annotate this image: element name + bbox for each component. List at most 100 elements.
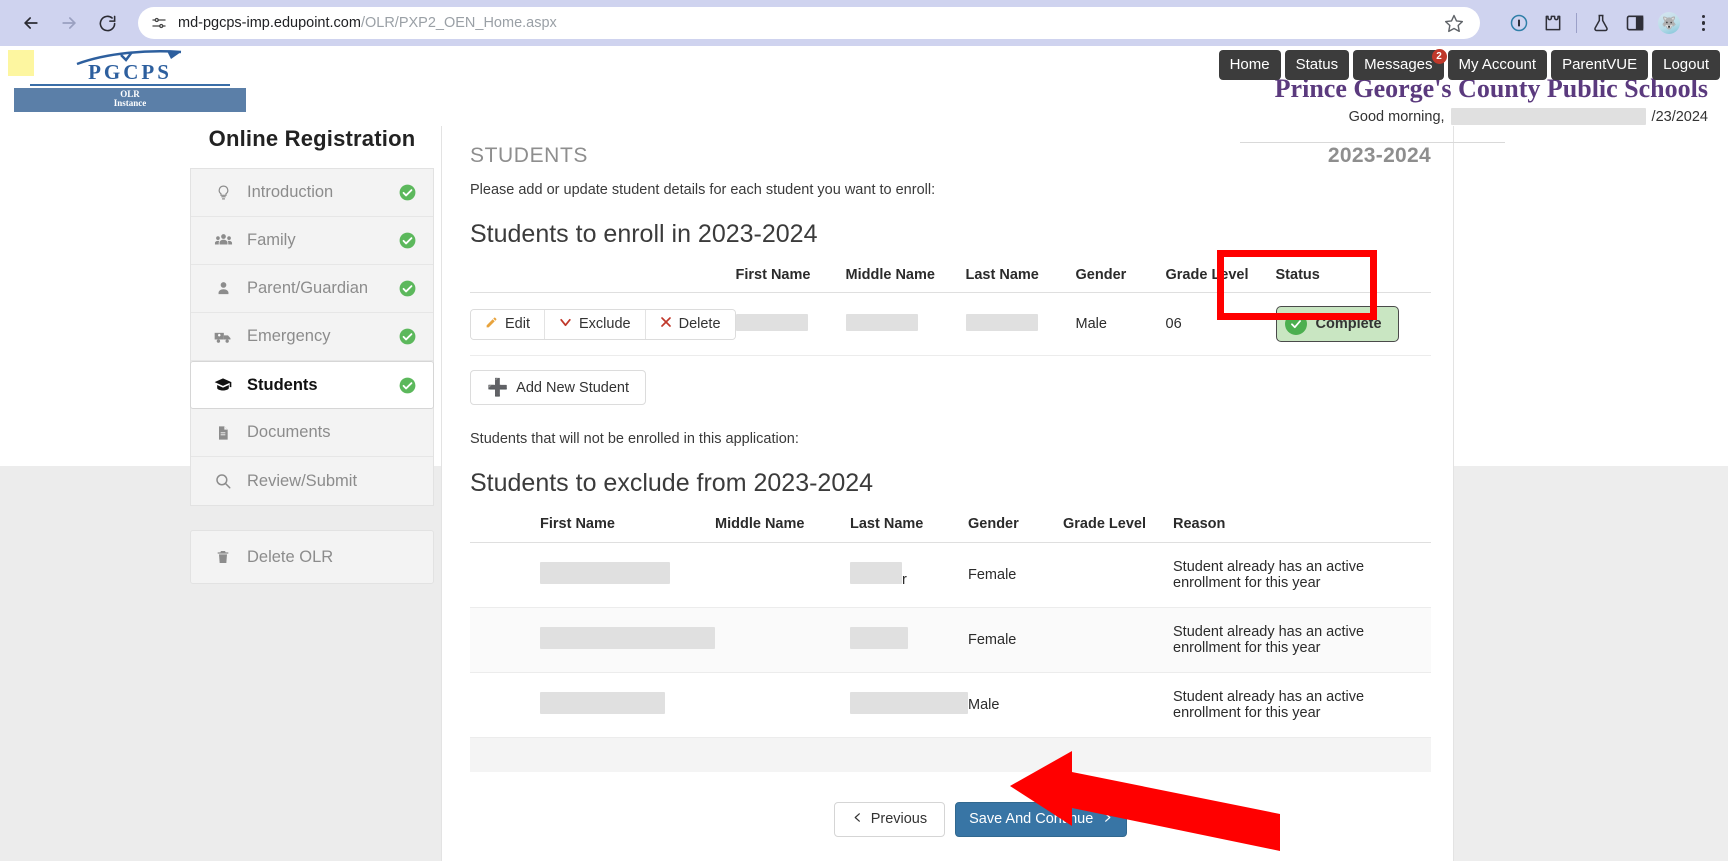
column-middle-name: Middle Name: [715, 516, 850, 543]
check-complete-icon: [398, 231, 417, 250]
url-path: /OLR/PXP2_OEN_Home.aspx: [361, 15, 557, 31]
check-complete-icon: [398, 279, 417, 298]
document-icon: [213, 425, 233, 441]
footer-actions: Previous Save And Continue: [470, 802, 1431, 837]
check-complete-icon: [398, 327, 417, 346]
site-settings-icon[interactable]: [150, 14, 168, 32]
status-badge[interactable]: Complete: [1276, 306, 1399, 342]
previous-button-label: Previous: [871, 811, 927, 827]
exclude-note: Students that will not be enrolled in th…: [470, 431, 1431, 447]
person-icon: [213, 280, 233, 297]
pencil-icon: [485, 316, 498, 333]
cell-reason: Student already has an active enrollment…: [1173, 608, 1431, 673]
sidebar-item-label: Delete OLR: [247, 548, 417, 567]
cell-first-name: [470, 673, 715, 738]
delete-button-label: Delete: [679, 316, 721, 332]
nav-my-account[interactable]: My Account: [1448, 50, 1548, 80]
district-logo[interactable]: PGCPS OLR Instance: [14, 62, 246, 112]
trash-icon: [213, 549, 233, 565]
cell-last-name: [966, 293, 1076, 356]
sidebar-item-label: Introduction: [247, 183, 384, 202]
column-grade-level: Grade Level: [1063, 516, 1173, 543]
column-first-name: First Name: [736, 267, 846, 293]
sidebar-title: Online Registration: [190, 126, 434, 152]
previous-button[interactable]: Previous: [834, 802, 945, 837]
sidebar-item-introduction[interactable]: Introduction: [191, 169, 433, 217]
sidebar-item-family[interactable]: Family: [191, 217, 433, 265]
students-to-exclude-table: First Name Middle Name Last Name Gender …: [470, 516, 1431, 772]
edit-button[interactable]: Edit: [471, 310, 545, 339]
cell-grade-level: 06: [1166, 293, 1276, 356]
table-row: r Female Student already has an active e…: [470, 543, 1431, 608]
forward-button[interactable]: [52, 6, 86, 40]
nav-home-label: Home: [1230, 56, 1270, 73]
nav-parentvue-label: ParentVUE: [1562, 56, 1637, 73]
greeting-date: /23/2024: [1652, 109, 1708, 125]
table-header-row: First Name Middle Name Last Name Gender …: [470, 516, 1431, 543]
delete-button[interactable]: Delete: [646, 310, 735, 339]
sidebar-item-label: Emergency: [247, 327, 384, 346]
exclude-button[interactable]: Exclude: [545, 310, 646, 339]
check-complete-icon: [398, 183, 417, 202]
chevron-down-icon: [559, 316, 572, 333]
check-complete-icon: [398, 376, 417, 395]
browser-toolbar: md-pgcps-imp.edupoint.com/OLR/PXP2_OEN_H…: [0, 0, 1728, 46]
page-body: Home Status Messages2 My Account ParentV…: [0, 46, 1728, 861]
lab-flask-icon[interactable]: [1590, 13, 1611, 34]
check-circle-icon: [1285, 313, 1307, 335]
portal-navigation: Home Status Messages2 My Account ParentV…: [1219, 50, 1720, 80]
sidebar-delete-group: Delete OLR: [190, 530, 434, 584]
cell-middle-name: [715, 543, 850, 608]
nav-home[interactable]: Home: [1219, 50, 1281, 80]
cell-first-name: [470, 543, 715, 608]
nav-messages-label: Messages: [1364, 56, 1432, 73]
nav-status[interactable]: Status: [1285, 50, 1350, 80]
main-layout: Online Registration Introduction Family: [0, 126, 1728, 861]
sidebar-item-label: Students: [247, 376, 384, 395]
nav-messages[interactable]: Messages2: [1353, 50, 1443, 80]
chevron-left-icon: [852, 811, 863, 828]
table-row: Edit Exclude: [470, 293, 1431, 356]
sidebar-item-delete-olr[interactable]: Delete OLR: [191, 531, 433, 583]
sidebar-item-label: Documents: [247, 423, 417, 442]
cell-first-name: [736, 293, 846, 356]
star-icon[interactable]: [1444, 13, 1464, 33]
table-row: Male Student already has an active enrol…: [470, 673, 1431, 738]
messages-badge: 2: [1432, 49, 1447, 64]
cell-middle-name: [846, 293, 966, 356]
redacted-value: [736, 314, 808, 331]
extensions-puzzle-icon[interactable]: [1542, 13, 1563, 34]
kebab-menu-icon[interactable]: [1693, 13, 1714, 34]
reload-button[interactable]: [90, 6, 124, 40]
magnifier-icon: [213, 472, 233, 490]
students-to-enroll-table: First Name Middle Name Last Name Gender …: [470, 267, 1431, 356]
cell-reason: Student already has an active enrollment…: [1173, 673, 1431, 738]
page-title: STUDENTS: [470, 144, 588, 168]
status-badge-label: Complete: [1316, 316, 1382, 332]
side-panel-icon[interactable]: [1624, 13, 1645, 34]
cell-grade-level: [1063, 543, 1173, 608]
enroll-section-title: Students to enroll in 2023-2024: [470, 220, 1431, 249]
cell-last-name: r: [850, 543, 968, 608]
save-and-continue-button[interactable]: Save And Continue: [955, 802, 1127, 837]
logo-rule: [30, 84, 230, 86]
sidebar-item-parent-guardian[interactable]: Parent/Guardian: [191, 265, 433, 313]
info-circle-icon[interactable]: [1508, 13, 1529, 34]
cell-gender: Female: [968, 608, 1063, 673]
sidebar-item-documents[interactable]: Documents: [191, 409, 433, 457]
nav-parentvue[interactable]: ParentVUE: [1551, 50, 1648, 80]
sidebar-item-students[interactable]: Students: [190, 361, 434, 409]
sidebar-item-emergency[interactable]: Emergency: [191, 313, 433, 361]
add-new-student-button[interactable]: ➕ Add New Student: [470, 370, 646, 405]
column-last-name: Last Name: [966, 267, 1076, 293]
profile-avatar-icon[interactable]: 🐺: [1658, 12, 1680, 34]
last-name-suffix: r: [902, 572, 907, 588]
back-button[interactable]: [14, 6, 48, 40]
redacted-value: [966, 314, 1038, 331]
content-panel: STUDENTS 2023-2024 Please add or update …: [441, 126, 1454, 861]
address-bar[interactable]: md-pgcps-imp.edupoint.com/OLR/PXP2_OEN_H…: [138, 7, 1480, 39]
column-status: Status: [1276, 267, 1431, 293]
nav-logout[interactable]: Logout: [1652, 50, 1720, 80]
url-text: md-pgcps-imp.edupoint.com/OLR/PXP2_OEN_H…: [178, 15, 1434, 31]
sidebar-item-review-submit[interactable]: Review/Submit: [191, 457, 433, 505]
